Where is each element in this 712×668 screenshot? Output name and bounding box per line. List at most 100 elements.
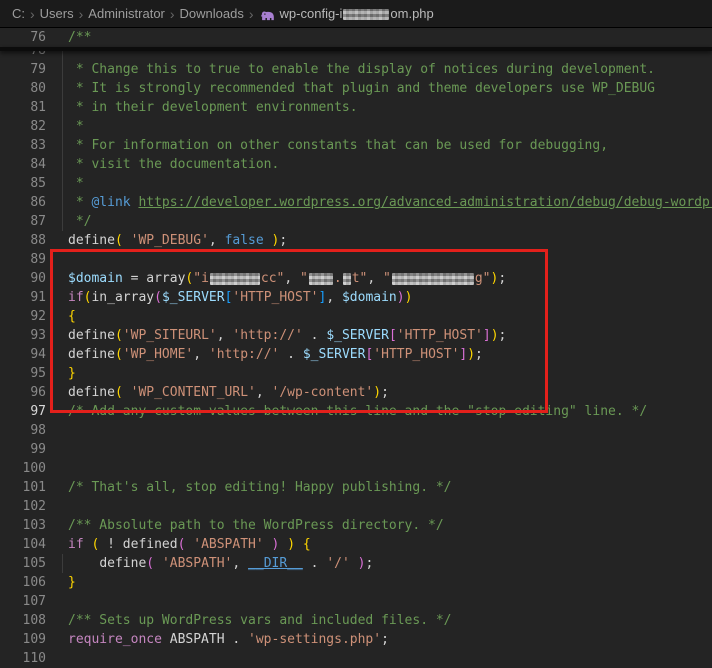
code-line[interactable]: 82 * [0,117,712,136]
line-number[interactable]: 81 [0,98,46,117]
breadcrumb-item[interactable]: Users [40,6,74,21]
breadcrumb-path: C:›Users›Administrator›Downloads› [12,6,259,21]
line-number[interactable]: 79 [0,60,46,79]
code-line[interactable]: 85 * [0,174,712,193]
code-line[interactable]: 97/* Add any custom values between this … [0,402,712,421]
code-line[interactable]: 107 [0,592,712,611]
line-number[interactable]: 99 [0,440,46,459]
code-line[interactable]: 98 [0,421,712,440]
chevron-right-icon: › [79,7,84,21]
line-number[interactable]: 90 [0,269,46,288]
code-line[interactable]: 88define( 'WP_DEBUG', false ); [0,231,712,250]
clipped-line-wrapper: 78 * [0,51,712,60]
code-token: { [68,309,76,324]
code-token: , [367,271,383,286]
code-token: '/' [326,556,349,571]
code-line[interactable]: 109require_once ABSPATH . 'wp-settings.p… [0,630,712,649]
code-line[interactable]: 103/** Absolute path to the WordPress di… [0,516,712,535]
code-line[interactable]: 93define('WP_SITEURL', 'http://' . $_SER… [0,326,712,345]
code-line[interactable]: 86 * @link https://developer.wordpress.o… [0,193,712,212]
code-line[interactable]: 83 * For information on other constants … [0,136,712,155]
code-line[interactable]: 99 [0,440,712,459]
line-number[interactable]: 91 [0,288,46,307]
code-token: false [225,233,264,248]
code-line[interactable]: 104if ( ! defined( 'ABSPATH' ) ) { [0,535,712,554]
code-line[interactable]: 92 { [0,307,712,326]
code-line[interactable]: 101/* That's all, stop editing! Happy pu… [0,478,712,497]
code-line-content: /* Add any custom values between this li… [46,402,712,421]
line-number[interactable]: 80 [0,79,46,98]
line-number[interactable]: 89 [0,250,46,269]
line-number[interactable]: 85 [0,174,46,193]
line-number[interactable]: 107 [0,592,46,611]
breadcrumb-item[interactable]: Downloads [180,6,244,21]
line-number[interactable]: 88 [0,231,46,250]
line-number[interactable]: 95 [0,364,46,383]
code-token: g" [475,271,491,286]
code-line[interactable]: 108/** Sets up WordPress vars and includ… [0,611,712,630]
code-line[interactable]: 100 [0,459,712,478]
code-token: ; [279,233,287,248]
breadcrumb-item[interactable]: Administrator [88,6,165,21]
code-line[interactable]: 81 * in their development environments. [0,98,712,117]
code-line-content: /** Absolute path to the WordPress direc… [46,516,712,535]
code-line[interactable]: 78 * [0,51,712,60]
code-line[interactable]: 105 define( 'ABSPATH', __DIR__ . '/' ); [0,554,712,573]
code-line[interactable]: 106} [0,573,712,592]
line-number[interactable]: 102 [0,497,46,516]
line-number[interactable]: 96 [0,383,46,402]
code-line[interactable]: 76/** [0,28,712,47]
code-line[interactable]: 79 * Change this to true to enable the d… [0,60,712,79]
code-token: * It is strongly recommended that plugin… [68,81,655,96]
code-line[interactable]: 94define('WP_HOME', 'http://' . $_SERVER… [0,345,712,364]
code-line[interactable]: 80 * It is strongly recommended that plu… [0,79,712,98]
code-token [295,537,303,552]
line-number[interactable]: 84 [0,155,46,174]
line-number[interactable]: 82 [0,117,46,136]
code-token: , [193,347,209,362]
code-line[interactable]: 110 [0,649,712,668]
line-number[interactable]: 106 [0,573,46,592]
line-number[interactable]: 110 [0,649,46,668]
line-number[interactable]: 93 [0,326,46,345]
code-line[interactable]: 102 [0,497,712,516]
code-token: } [68,366,76,381]
code-line[interactable]: 95} [0,364,712,383]
code-line-content: define('WP_SITEURL', 'http://' . $_SERVE… [46,326,712,345]
code-line[interactable]: 91if(in_array($_SERVER['HTTP_HOST'], $do… [0,288,712,307]
breadcrumb-filename[interactable]: wp-config-iom.php [280,6,434,21]
code-line[interactable]: 89 [0,250,712,269]
filename-text: wp-config-i [280,6,343,21]
line-number[interactable]: 86 [0,193,46,212]
line-number[interactable]: 76 [0,28,46,47]
line-number[interactable]: 94 [0,345,46,364]
code-line[interactable]: 96define( 'WP_CONTENT_URL', '/wp-content… [0,383,712,402]
line-number[interactable]: 108 [0,611,46,630]
code-token: ; [365,556,373,571]
code-line-content: */ [46,212,712,231]
line-number[interactable]: 87 [0,212,46,231]
code-line[interactable]: 90$domain = array("icc", ".t", "g"); [0,269,712,288]
code-token: 'WP_HOME' [123,347,193,362]
breadcrumb-item[interactable]: C: [12,6,25,21]
line-number[interactable]: 103 [0,516,46,535]
line-number[interactable]: 104 [0,535,46,554]
line-number[interactable]: 92 [0,307,46,326]
code-token: $domain [342,290,397,305]
code-token: , [232,556,248,571]
code-line-content: $domain = array("icc", ".t", "g"); [46,269,712,288]
code-token: ; [498,271,506,286]
line-number[interactable]: 101 [0,478,46,497]
line-number[interactable]: 109 [0,630,46,649]
code-line[interactable]: 87 */ [0,212,712,231]
line-number[interactable]: 105 [0,554,46,573]
line-number[interactable]: 83 [0,136,46,155]
line-number[interactable]: 98 [0,421,46,440]
code-line-content [46,497,712,516]
line-number[interactable]: 100 [0,459,46,478]
code-token: @link [91,195,130,210]
code-line[interactable]: 84 * visit the documentation. [0,155,712,174]
code-token: "i [193,271,209,286]
line-number[interactable]: 97 [0,402,46,421]
line-number[interactable]: 78 [0,51,46,60]
